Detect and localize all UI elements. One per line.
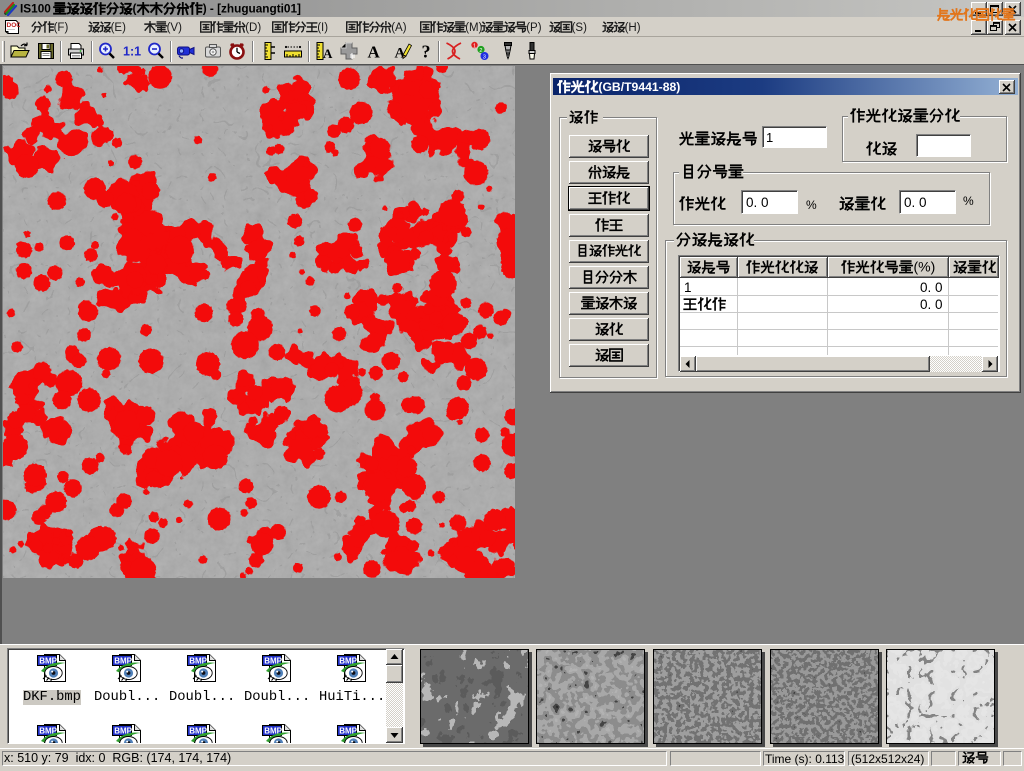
svg-text:(A): (A) bbox=[391, 22, 407, 34]
svg-text:(GB/T9441-88): (GB/T9441-88) bbox=[598, 80, 680, 94]
svg-text:IS100: IS100 bbox=[20, 2, 51, 16]
svg-text:) - [zhuguangti01]: ) - [zhuguangti01] bbox=[203, 2, 301, 16]
svg-text:(E): (E) bbox=[111, 22, 127, 34]
svg-text:A: A bbox=[368, 43, 381, 62]
svg-text:(F): (F) bbox=[54, 22, 69, 34]
svg-text:(S): (S) bbox=[572, 22, 588, 34]
svg-text:(I): (I) bbox=[317, 22, 328, 34]
svg-text:(: ( bbox=[133, 2, 137, 16]
svg-text:1:1: 1:1 bbox=[123, 45, 141, 59]
svg-text:(%): (%) bbox=[914, 260, 936, 275]
svg-text:(P): (P) bbox=[526, 22, 542, 34]
svg-text:(D): (D) bbox=[245, 22, 261, 34]
svg-text:(V): (V) bbox=[167, 22, 183, 34]
svg-text:(H): (H) bbox=[625, 22, 641, 34]
svg-text:3: 3 bbox=[483, 54, 486, 60]
svg-text:?: ? bbox=[422, 42, 431, 62]
svg-text:DOC: DOC bbox=[7, 22, 21, 29]
svg-text:(M): (M) bbox=[465, 22, 482, 34]
svg-text:1: 1 bbox=[473, 43, 476, 49]
svg-text:A: A bbox=[323, 46, 333, 61]
